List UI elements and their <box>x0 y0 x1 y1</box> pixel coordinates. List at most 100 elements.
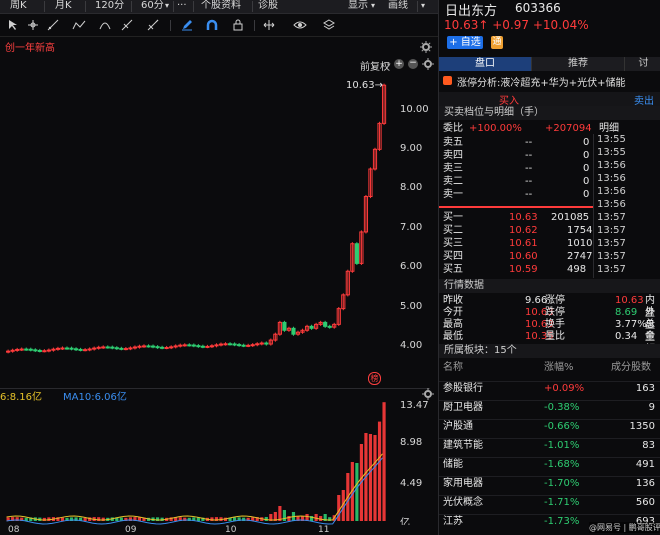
ray-line-icon[interactable] <box>46 18 60 32</box>
detail-time: 13:55 <box>597 147 626 158</box>
price-change-pct: +10.04% <box>532 18 589 32</box>
price-change: +0.97 <box>492 18 530 32</box>
candle-body <box>141 345 147 348</box>
weibi-label: 委比 <box>443 123 463 134</box>
tab-60min[interactable]: 60分 <box>141 0 164 13</box>
connect-badge[interactable]: 通 <box>491 36 503 49</box>
candle-body <box>164 347 169 350</box>
fork-tool-icon[interactable] <box>120 18 134 32</box>
sector-name: 光伏概念 <box>443 497 483 508</box>
pen-icon[interactable] <box>180 18 194 32</box>
tab-monthly-k[interactable]: 月K <box>55 0 72 13</box>
level-price: -- <box>525 176 533 187</box>
crosshair-icon[interactable] <box>26 18 40 32</box>
sector-row[interactable]: 建筑节能 -1.01% 83 <box>439 438 660 452</box>
rank-marker[interactable]: 榜 <box>368 372 381 385</box>
candle-body <box>309 325 314 329</box>
volume-tick: 4.49 <box>400 478 423 489</box>
chevron-down-icon[interactable]: ▾ <box>421 0 425 13</box>
candle-body <box>15 348 20 351</box>
volume-bar <box>156 517 160 521</box>
sector-count: 1350 <box>629 421 655 432</box>
candle-body <box>255 343 260 346</box>
candle-body <box>10 349 15 352</box>
tab-120min[interactable]: 120分 <box>95 0 124 13</box>
display-menu[interactable]: 显示 <box>348 0 368 13</box>
detail-time: 13:57 <box>597 212 626 223</box>
sector-row[interactable]: 储能 -1.68% 491 <box>439 457 660 471</box>
sector-pct: -0.38% <box>544 402 580 413</box>
limit-analysis[interactable]: 涨停分析:液冷超充+华为+光伏+储能 <box>457 74 626 89</box>
sector-name: 江苏 <box>443 516 463 527</box>
level-volume: 1754 <box>567 225 593 236</box>
polyline-icon[interactable] <box>72 18 86 32</box>
buy-button[interactable]: 买入 <box>499 92 519 107</box>
candle-body <box>101 346 106 349</box>
sector-row[interactable]: 参股银行 +0.09% 163 <box>439 381 660 395</box>
layers-icon[interactable] <box>322 18 336 32</box>
candle-body <box>182 344 187 347</box>
candle-body <box>223 343 228 346</box>
candle-body <box>96 346 101 349</box>
sector-count: 136 <box>635 478 655 489</box>
draw-line-button[interactable]: 画线 <box>388 0 408 13</box>
candle-body <box>214 344 219 347</box>
tab-recommend[interactable]: 推荐 <box>531 57 624 71</box>
diagnose-button[interactable]: 诊股 <box>258 0 278 13</box>
level-volume: 2747 <box>567 251 593 262</box>
col-header-count[interactable]: 成分股数 <box>611 361 651 374</box>
lock-icon[interactable] <box>231 18 245 32</box>
level-label: 买五 <box>443 264 463 275</box>
tab-discuss[interactable]: 讨 <box>624 57 660 71</box>
watermark: @网易号 | 鹏哥股评 <box>589 522 660 533</box>
level-volume: 1010 <box>567 238 593 249</box>
more-button[interactable]: ··· <box>177 0 187 13</box>
level-volume: 498 <box>567 264 587 275</box>
stock-profile-button[interactable]: 个股资料 <box>201 0 241 13</box>
candle-body <box>191 344 196 347</box>
tab-orderbook[interactable]: 盘口 <box>439 57 531 71</box>
sector-row[interactable]: 光伏概念 -1.71% 560 <box>439 495 660 509</box>
candle-body <box>264 342 269 345</box>
candle-body <box>6 350 11 353</box>
sector-pct: -1.01% <box>544 440 580 451</box>
sector-row[interactable]: 厨卫电器 -0.38% 9 <box>439 400 660 414</box>
candle-body <box>28 348 33 351</box>
cursor-icon[interactable] <box>6 18 20 32</box>
stock-code: 603366 <box>515 1 561 15</box>
price-tick: 10.00 <box>400 104 429 115</box>
candle-body <box>42 350 47 353</box>
add-watchlist-button[interactable]: + 自选 <box>447 36 483 49</box>
price-tick: 6.00 <box>400 261 423 272</box>
candle-body <box>354 243 359 264</box>
kline-chart[interactable]: 创一年新高 前复权 ▾ + − 10.00 9.00 8.00 7.00 6.0… <box>0 36 438 535</box>
measure-tool-icon[interactable] <box>146 18 160 32</box>
candle-body <box>19 348 24 351</box>
quote-panel: 日出东方 603366 10.63↑ +0.97 +10.04% + 自选 通 … <box>438 0 660 535</box>
candle-body <box>196 345 201 348</box>
chevron-down-icon[interactable]: ▾ <box>165 0 169 13</box>
candle-body <box>187 344 192 347</box>
magnet-icon[interactable] <box>205 18 219 32</box>
curve-icon[interactable] <box>98 18 112 32</box>
sector-row[interactable]: 沪股通 -0.66% 1350 <box>439 419 660 433</box>
eye-icon[interactable] <box>293 18 307 32</box>
sector-row[interactable]: 家用电器 -1.70% 136 <box>439 476 660 490</box>
level-price: -- <box>525 137 533 148</box>
fire-icon <box>443 76 452 85</box>
candle-body <box>160 346 165 349</box>
tab-weekly-k[interactable]: 周K <box>10 0 27 13</box>
volume-bar <box>287 516 291 521</box>
sell-button[interactable]: 卖出 <box>634 92 654 107</box>
orderbook-title: 买卖档位与明细（手） <box>439 106 660 120</box>
volume-bar <box>368 434 373 521</box>
candle-body <box>241 344 246 347</box>
weibi-num: +207094 <box>545 123 592 134</box>
level-label: 买一 <box>443 212 463 223</box>
candle-body <box>169 346 174 349</box>
col-header-pct[interactable]: 涨幅% <box>544 361 574 374</box>
sector-pct: -1.73% <box>544 516 580 527</box>
candle-body <box>227 343 233 346</box>
resize-horizontal-icon[interactable] <box>262 18 276 32</box>
chevron-down-icon[interactable]: ▾ <box>371 0 375 13</box>
